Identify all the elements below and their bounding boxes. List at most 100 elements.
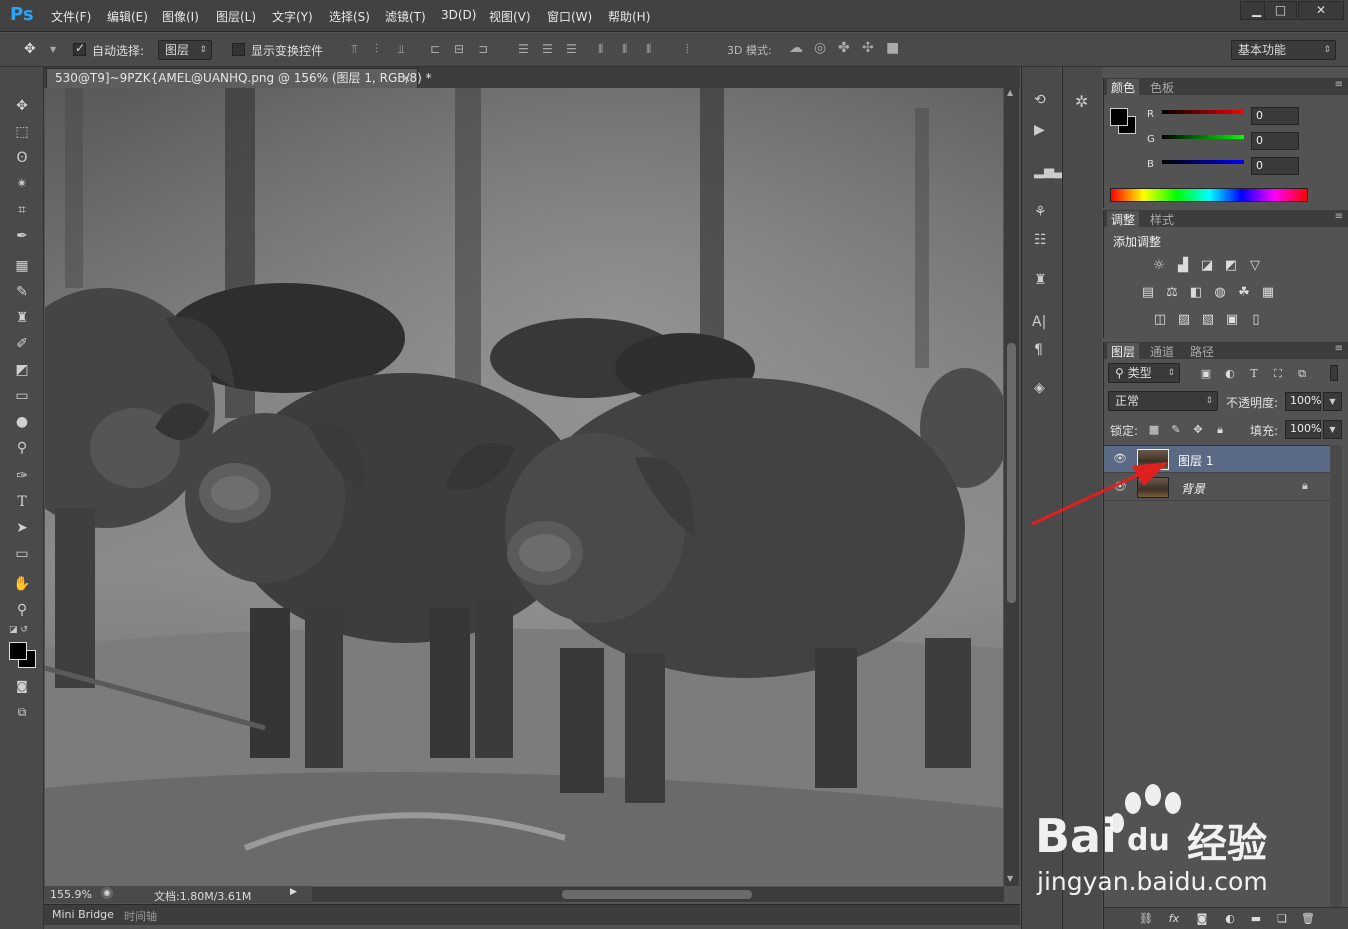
- distribute-hcenter-icon[interactable]: ⦀: [622, 42, 627, 56]
- auto-select-dropdown[interactable]: 图层 ⇕: [158, 40, 212, 60]
- align-bottom-icon[interactable]: ⫫: [398, 42, 405, 56]
- scroll-down-icon[interactable]: ▼: [1007, 874, 1013, 883]
- move-tool-icon[interactable]: ✥: [9, 95, 35, 117]
- color-lookup-icon[interactable]: ▦: [1260, 286, 1276, 300]
- 3d-drag-icon[interactable]: ✤: [838, 41, 850, 55]
- delete-layer-icon[interactable]: 🗑︎: [1300, 912, 1316, 926]
- hand-tool-icon[interactable]: ✋: [9, 573, 35, 595]
- curves-icon[interactable]: ◪: [1199, 259, 1215, 273]
- default-colors-icon[interactable]: ◪ ↺: [9, 625, 28, 635]
- marquee-tool-icon[interactable]: ⬚: [9, 121, 35, 143]
- new-adjustment-icon[interactable]: ◐: [1222, 912, 1238, 926]
- opacity-dropdown-icon[interactable]: ▼: [1323, 392, 1342, 411]
- clone-stamp-icon[interactable]: ♜: [9, 307, 35, 329]
- path-select-icon[interactable]: ➤: [9, 517, 35, 539]
- new-layer-icon[interactable]: ❏: [1274, 912, 1290, 926]
- exposure-icon[interactable]: ◩: [1223, 259, 1239, 273]
- hue-saturation-icon[interactable]: ▤: [1140, 286, 1156, 300]
- fg-swatch[interactable]: [1110, 108, 1128, 126]
- tab-adjustments[interactable]: 调整: [1107, 211, 1140, 227]
- timeline-tab[interactable]: 时间轴: [124, 908, 157, 924]
- clone-source-icon[interactable]: ♜: [1034, 273, 1047, 287]
- vertical-scrollbar[interactable]: ▲ ▼: [1004, 88, 1019, 886]
- blend-mode-dropdown[interactable]: 正常 ⇕: [1108, 391, 1218, 411]
- distribute-bottom-icon[interactable]: ☰: [566, 42, 577, 56]
- align-vcenter-icon[interactable]: ⫶: [375, 42, 378, 56]
- align-hcenter-icon[interactable]: ⊟: [454, 42, 464, 56]
- filter-shape-icon[interactable]: ⛶: [1270, 367, 1286, 381]
- 3d-slide-icon[interactable]: ✣: [862, 41, 874, 55]
- add-mask-icon[interactable]: ◙: [1194, 912, 1210, 926]
- menu-image[interactable]: 图像(I): [162, 8, 199, 25]
- scroll-up-icon[interactable]: ▲: [1007, 88, 1013, 97]
- opacity-field[interactable]: 100%: [1285, 392, 1321, 411]
- workspace-dropdown[interactable]: 基本功能 ⇕: [1231, 40, 1336, 60]
- lock-position-icon[interactable]: ✥: [1190, 423, 1206, 437]
- menu-file[interactable]: 文件(F): [51, 8, 91, 25]
- type-tool-icon[interactable]: T: [9, 491, 35, 513]
- show-transform-checkbox[interactable]: [232, 43, 245, 56]
- distribute-vcenter-icon[interactable]: ☰: [542, 42, 553, 56]
- document-tab[interactable]: 530@T9]~9PZK{AMEL@UANHQ.png @ 156% (图层 1…: [46, 68, 432, 88]
- auto-align-icon[interactable]: ⦙: [686, 42, 689, 56]
- horizontal-scroll-thumb[interactable]: [562, 890, 752, 899]
- tab-channels[interactable]: 通道: [1146, 343, 1178, 360]
- histogram-icon[interactable]: ▂▅▃: [1034, 165, 1064, 179]
- vertical-scroll-thumb[interactable]: [1007, 343, 1016, 603]
- auto-select-checkbox[interactable]: ✓: [73, 41, 86, 56]
- vibrance-icon[interactable]: ▽: [1247, 259, 1263, 273]
- zoom-tool-icon[interactable]: ⚲: [9, 599, 35, 621]
- menu-layer[interactable]: 图层(L): [216, 8, 256, 25]
- close-button[interactable]: ✕: [1298, 1, 1344, 20]
- distribute-right-icon[interactable]: ⦀: [646, 42, 651, 56]
- pen-tool-icon[interactable]: ✑: [9, 465, 35, 487]
- foreground-color-swatch[interactable]: [9, 642, 27, 660]
- brush-panel-icon[interactable]: ☷: [1034, 233, 1047, 247]
- blur-tool-icon[interactable]: ●: [9, 411, 35, 433]
- menu-filter[interactable]: 滤镜(T): [385, 8, 426, 25]
- 3d-scale-icon[interactable]: ■: [886, 41, 899, 55]
- menu-view[interactable]: 视图(V): [489, 8, 531, 25]
- lock-all-icon[interactable]: 🔒︎: [1212, 423, 1228, 437]
- filter-smart-object-icon[interactable]: ⧉: [1294, 367, 1310, 381]
- history-icon[interactable]: ⟲: [1034, 93, 1046, 107]
- tab-layers[interactable]: 图层: [1107, 343, 1140, 359]
- menu-type[interactable]: 文字(Y): [272, 8, 313, 25]
- navigator-icon[interactable]: ✲: [1075, 94, 1088, 110]
- panel-menu-icon[interactable]: ≡: [1335, 343, 1343, 354]
- lock-pixels-icon[interactable]: ✎: [1168, 423, 1184, 437]
- g-slider[interactable]: [1162, 135, 1244, 139]
- tab-color[interactable]: 颜色: [1107, 79, 1140, 95]
- g-field[interactable]: 0: [1251, 132, 1299, 150]
- filter-toggle[interactable]: [1330, 365, 1338, 381]
- 3d-panel-icon[interactable]: ◈: [1034, 381, 1045, 395]
- invert-icon[interactable]: ◫: [1152, 313, 1168, 327]
- rectangle-tool-icon[interactable]: ▭: [9, 543, 35, 565]
- new-group-icon[interactable]: ▬: [1248, 912, 1264, 926]
- character-panel-icon[interactable]: A|: [1032, 315, 1046, 329]
- tab-paths[interactable]: 路径: [1186, 343, 1218, 360]
- lock-transparent-icon[interactable]: ▩: [1146, 423, 1162, 437]
- align-right-icon[interactable]: ⊐: [478, 42, 488, 56]
- fill-dropdown-icon[interactable]: ▼: [1323, 420, 1342, 439]
- brightness-icon[interactable]: ☼: [1151, 259, 1167, 273]
- brush-presets-icon[interactable]: ⚘: [1034, 205, 1047, 219]
- tab-swatches[interactable]: 色板: [1146, 79, 1178, 96]
- zoom-readout[interactable]: 155.9%: [50, 888, 92, 901]
- levels-icon[interactable]: ▟: [1175, 259, 1191, 273]
- crop-tool-icon[interactable]: ⌗: [9, 199, 35, 221]
- magic-wand-icon[interactable]: ✴: [9, 173, 35, 195]
- menu-3d[interactable]: 3D(D): [441, 8, 476, 22]
- layer-name[interactable]: 图层 1: [1178, 452, 1213, 469]
- eyedropper-icon[interactable]: ✒: [9, 225, 35, 247]
- fill-field[interactable]: 100%: [1285, 420, 1321, 439]
- 3d-roll-icon[interactable]: ◎: [814, 41, 826, 55]
- threshold-icon[interactable]: ▧: [1200, 313, 1216, 327]
- gradient-map-icon[interactable]: ▯: [1248, 313, 1264, 327]
- fx-icon[interactable]: fx: [1166, 912, 1182, 926]
- color-spectrum[interactable]: [1110, 188, 1308, 202]
- photo-filter-icon[interactable]: ◍: [1212, 286, 1228, 300]
- menu-window[interactable]: 窗口(W): [547, 8, 592, 25]
- brush-tool-icon[interactable]: ✎: [9, 281, 35, 303]
- align-left-icon[interactable]: ⊏: [430, 42, 440, 56]
